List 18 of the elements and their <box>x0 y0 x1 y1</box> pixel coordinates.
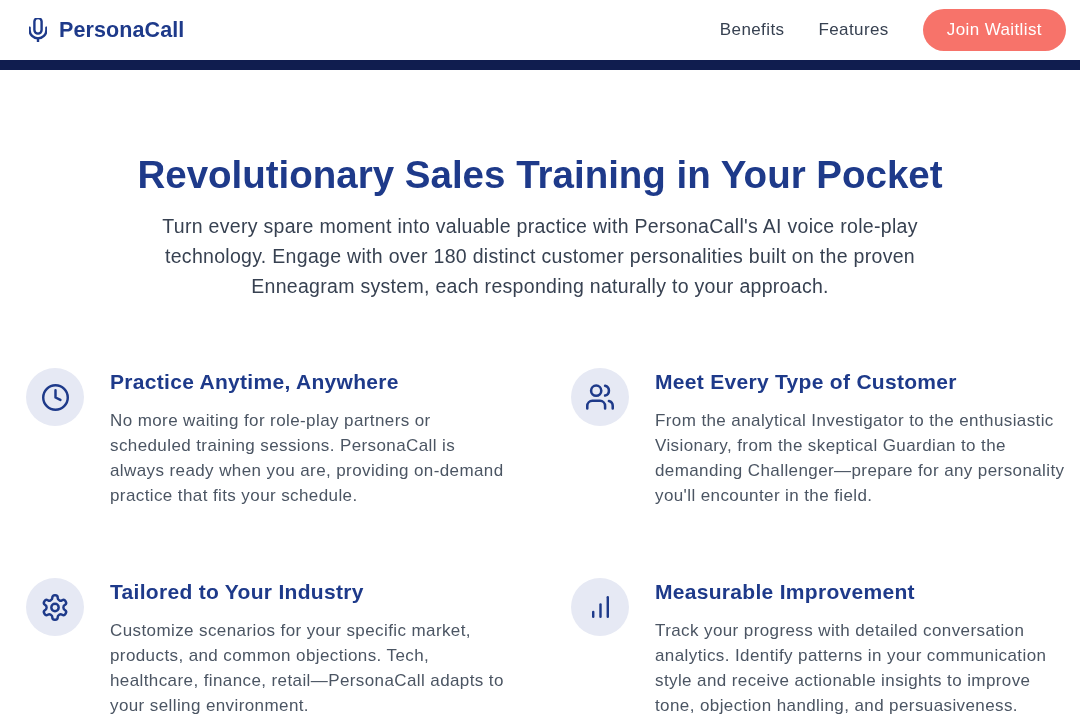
clock-icon <box>41 383 69 411</box>
bar-chart-icon <box>591 596 609 618</box>
feature-description: Track your progress with detailed conversation analytics. Identify patterns in your communication style and receive actionable insights to improve tone, objection handling, and persuasiveness. <box>655 620 1048 717</box>
feature-title: Tailored to Your Industry <box>110 579 365 605</box>
people-icon <box>586 384 614 410</box>
microphone-icon <box>29 18 47 42</box>
feature-title: Practice Anytime, Anywhere <box>110 369 400 395</box>
nav-link[interactable]: Benefits <box>719 17 785 43</box>
hero-heading: Revolutionary Sales Training in Your Pocket <box>136 152 944 198</box>
gear-icon <box>42 593 68 621</box>
logo-text[interactable]: PersonaCall <box>59 13 185 47</box>
hero-description: Turn every spare moment into valuable practice with PersonaCall's AI voice role-play technology. Engage with over 180 distinct customer personalities built on the proven Enneagram system, each responding naturally to your approach. <box>161 214 919 299</box>
feature-title: Meet Every Type of Customer <box>655 369 958 395</box>
feature-description: No more waiting for role-play partners or scheduled training sessions. PersonaCall is always ready when you are, providing on-demand practice that fits your schedule. <box>110 410 505 507</box>
feature-title: Measurable Improvement <box>655 579 916 605</box>
nav-link[interactable]: Features <box>818 17 889 43</box>
feature-description: Customize scenarios for your specific market, products, and common objections. Tech, healthcare, finance, retail—PersonaCall adapts to your selling environment. <box>110 620 505 717</box>
feature-description: From the analytical Investigator to the enthusiastic Visionary, from the skeptical Guardian to the demanding Challenger—prepare for any personality you'll encounter in the field. <box>655 410 1066 507</box>
